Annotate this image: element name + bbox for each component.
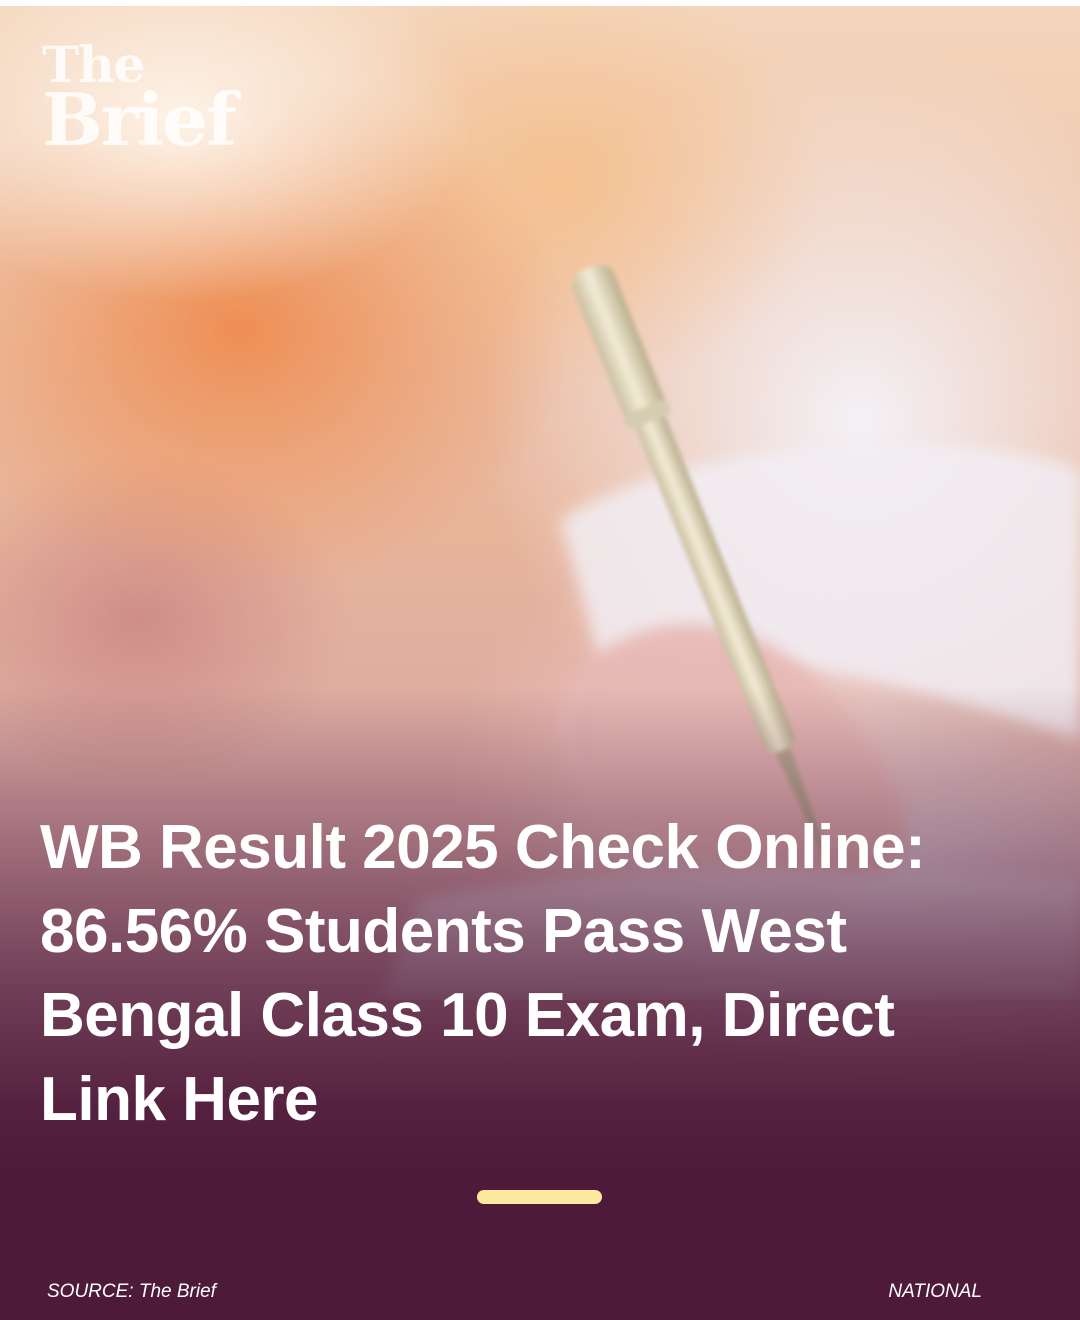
category-label: NATIONAL — [888, 1281, 982, 1302]
source-label: SOURCE: The Brief — [47, 1281, 216, 1302]
brand-logo: The Brief — [42, 40, 237, 162]
news-card: The Brief WB Result 2025 Check Online: 8… — [0, 0, 1080, 1320]
accent-bar — [477, 1190, 602, 1204]
headline: WB Result 2025 Check Online: 86.56% Stud… — [40, 813, 926, 1134]
logo-word-brief: Brief — [42, 77, 237, 162]
